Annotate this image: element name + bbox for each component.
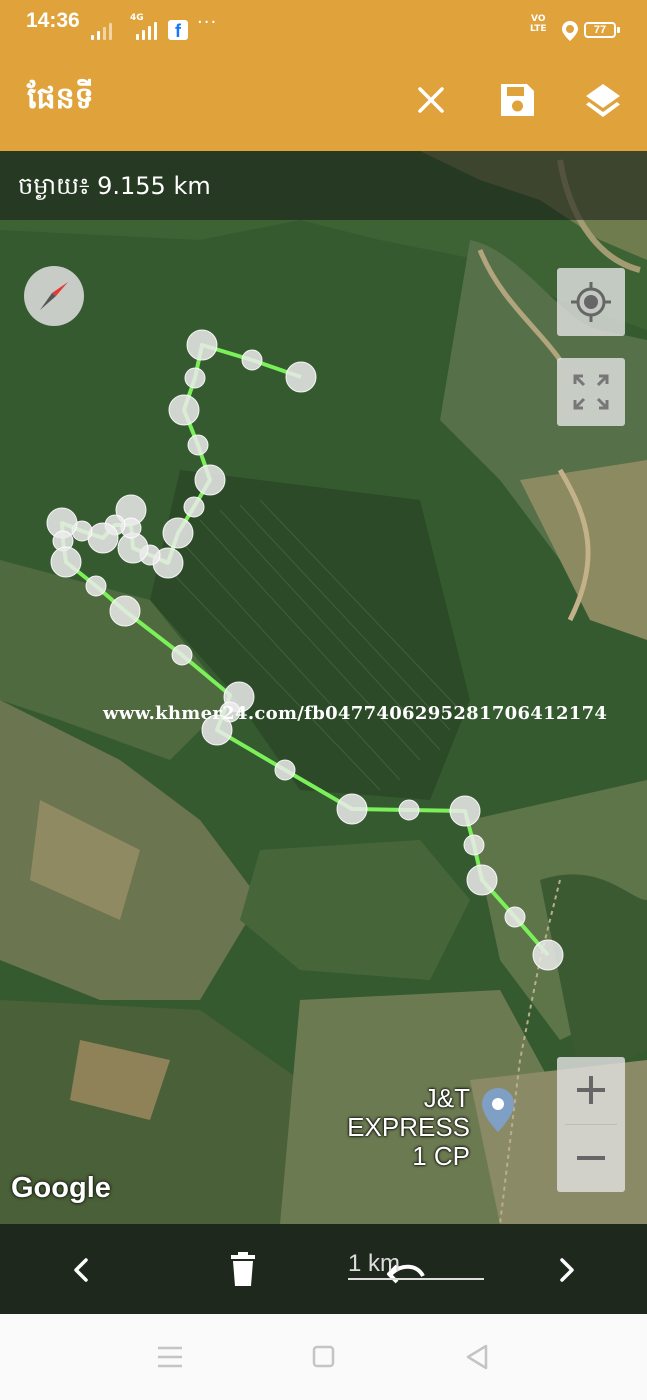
next-button[interactable] bbox=[544, 1248, 588, 1292]
place-name-line1: J&T EXPRESS bbox=[347, 1083, 470, 1142]
satellite-imagery bbox=[0, 151, 647, 1224]
back-button[interactable] bbox=[455, 1342, 499, 1372]
zoom-out-icon bbox=[577, 1156, 605, 1160]
status-bar: 14:36 4G f ··· VO LTE 77 bbox=[0, 0, 647, 50]
fullscreen-icon bbox=[573, 374, 609, 410]
zoom-in-button[interactable] bbox=[557, 1057, 625, 1124]
previous-button[interactable] bbox=[60, 1248, 104, 1292]
google-logo: Google bbox=[11, 1172, 111, 1204]
signal-4g-icon: 4G bbox=[130, 13, 160, 40]
delete-button[interactable] bbox=[220, 1246, 266, 1296]
close-icon bbox=[418, 87, 444, 113]
layers-icon bbox=[586, 84, 620, 117]
layers-button[interactable] bbox=[578, 75, 628, 125]
my-location-button[interactable] bbox=[557, 268, 625, 336]
system-nav-bar bbox=[0, 1314, 647, 1400]
trash-icon bbox=[231, 1252, 255, 1286]
location-icon bbox=[562, 21, 578, 41]
save-icon bbox=[501, 84, 534, 116]
battery-nub bbox=[617, 27, 620, 33]
menu-icon bbox=[158, 1346, 182, 1368]
more-notifications-icon: ··· bbox=[197, 12, 218, 33]
back-icon bbox=[466, 1344, 488, 1370]
status-time: 14:36 bbox=[26, 9, 80, 32]
map-scale-label: 1 km bbox=[348, 1250, 401, 1277]
home-icon bbox=[312, 1345, 335, 1368]
recent-apps-button[interactable] bbox=[148, 1342, 192, 1372]
facebook-icon: f bbox=[168, 20, 188, 41]
place-name-line2: 1 CP bbox=[412, 1141, 470, 1171]
page-title: ផែនទី bbox=[27, 81, 94, 116]
home-button[interactable] bbox=[301, 1342, 345, 1372]
chevron-right-icon bbox=[560, 1258, 574, 1282]
place-pin-icon[interactable] bbox=[480, 1086, 516, 1134]
zoom-out-button[interactable] bbox=[557, 1125, 625, 1192]
zoom-control bbox=[557, 1057, 625, 1192]
fullscreen-button[interactable] bbox=[557, 358, 625, 426]
watermark: www.khmer24.com/fb0477406295281706412174 bbox=[103, 703, 608, 724]
map-scale-bar bbox=[348, 1278, 484, 1280]
distance-label: ចម្ងាយ៖ 9.155 km bbox=[18, 172, 211, 200]
app-bar: ផែនទី bbox=[0, 50, 647, 151]
place-label: J&T EXPRESS 1 CP bbox=[300, 1084, 470, 1171]
compass-icon bbox=[40, 282, 68, 310]
zoom-in-icon bbox=[577, 1076, 605, 1104]
volte-icon: VO LTE bbox=[530, 14, 547, 34]
compass-button[interactable] bbox=[24, 266, 84, 326]
close-button[interactable] bbox=[406, 75, 456, 125]
save-button[interactable] bbox=[492, 75, 542, 125]
my-location-icon bbox=[571, 282, 611, 322]
chevron-left-icon bbox=[74, 1258, 88, 1282]
network-4g-label: 4G bbox=[130, 13, 144, 23]
battery-icon: 77 bbox=[584, 22, 616, 38]
bottom-toolbar bbox=[0, 1224, 647, 1314]
signal-icon bbox=[91, 22, 117, 40]
satellite-map[interactable] bbox=[0, 151, 647, 1224]
